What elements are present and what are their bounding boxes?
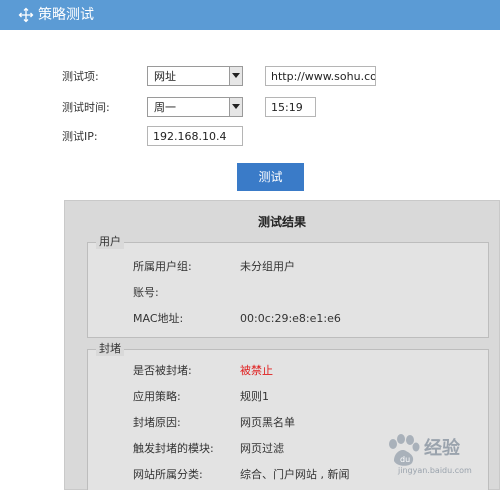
block-reason-value: 网页黑名单: [240, 416, 295, 429]
title-bar: 策略测试: [0, 0, 500, 30]
watermark-text: 经验: [424, 438, 460, 459]
mac-address-label: MAC地址:: [133, 312, 184, 325]
test-item-label: 测试项:: [62, 70, 99, 83]
is-blocked-value: 被禁止: [240, 364, 273, 377]
test-item-select[interactable]: 网址: [147, 66, 243, 86]
test-time-select[interactable]: 周一: [147, 97, 243, 117]
watermark-url: jingyan.baidu.com: [398, 466, 472, 475]
test-ip-label: 测试IP:: [62, 130, 98, 143]
test-item-select-value: 网址: [154, 70, 176, 83]
user-section: 用户 所属用户组: 未分组用户 账号: MAC地址: 00:0c:29:e8:e…: [87, 235, 489, 338]
is-blocked-label: 是否被封堵:: [133, 364, 192, 377]
applied-policy-label: 应用策略:: [133, 390, 181, 403]
trigger-module-label: 触发封堵的模块:: [133, 442, 214, 455]
test-time-select-value: 周一: [154, 101, 176, 114]
test-time-label: 测试时间:: [62, 101, 110, 114]
svg-text:du: du: [400, 455, 410, 464]
site-category-value: 综合、门户网站 , 新闻: [240, 468, 350, 481]
watermark: du 经验 jingyan.baidu.com: [380, 434, 495, 484]
move-icon: [18, 7, 34, 23]
page-title: 策略测试: [38, 7, 94, 23]
block-section-legend: 封堵: [96, 342, 124, 356]
results-title: 测试结果: [257, 215, 306, 229]
test-ip-input[interactable]: [147, 126, 243, 146]
paw-icon: du: [389, 434, 420, 466]
user-group-label: 所属用户组:: [133, 260, 192, 273]
test-button[interactable]: 测试: [237, 163, 304, 191]
user-group-value: 未分组用户: [240, 260, 295, 273]
trigger-module-value: 网页过滤: [240, 442, 284, 455]
test-time-input[interactable]: [265, 97, 316, 117]
applied-policy-value: 规则1: [240, 390, 269, 403]
block-reason-label: 封堵原因:: [133, 416, 181, 429]
account-label: 账号:: [133, 286, 159, 299]
test-url-input[interactable]: [265, 66, 376, 86]
chevron-down-icon[interactable]: [229, 98, 242, 116]
site-category-label: 网站所属分类:: [133, 468, 203, 481]
user-section-legend: 用户: [96, 235, 124, 249]
mac-address-value: 00:0c:29:e8:e1:e6: [240, 312, 341, 325]
chevron-down-icon[interactable]: [229, 67, 242, 85]
